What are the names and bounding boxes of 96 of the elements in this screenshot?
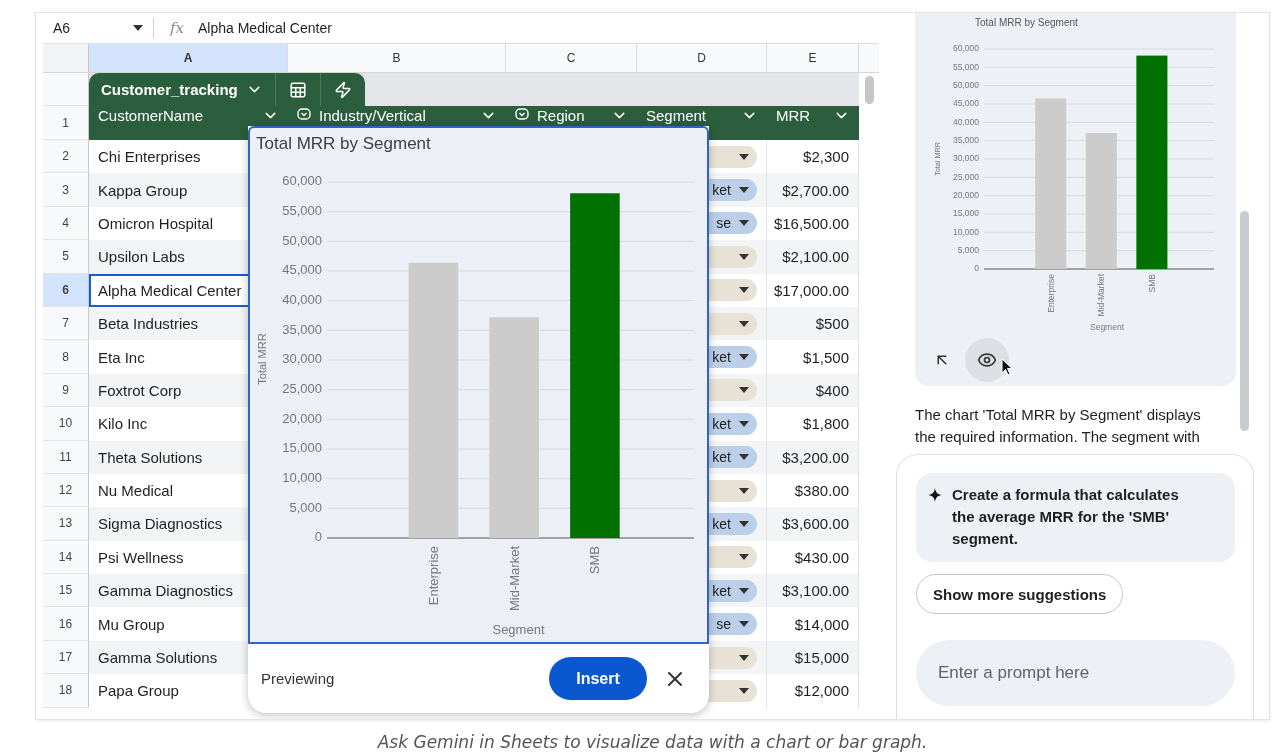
- row-number: 16: [43, 607, 89, 641]
- tick-label: 55,000: [953, 61, 979, 72]
- header-label: Industry/Vertical: [319, 107, 427, 124]
- caret-icon: [739, 187, 749, 194]
- table-cell: $3,200.00: [767, 440, 859, 474]
- tick-label: 0: [974, 263, 979, 274]
- lightning-icon: [333, 80, 352, 99]
- axis-title: Segment: [1090, 322, 1124, 332]
- caret-icon: [739, 420, 749, 427]
- axis-title: Segment: [492, 622, 545, 637]
- row-number: 14: [43, 540, 89, 575]
- insert-button[interactable]: Insert: [549, 657, 647, 700]
- category-label: SMB: [587, 546, 603, 575]
- caret-icon: [739, 287, 749, 294]
- name-box[interactable]: A6: [43, 20, 133, 36]
- tick-label: 40,000: [953, 116, 979, 127]
- row-number: 15: [43, 574, 89, 608]
- tick-label: 15,000: [953, 208, 979, 219]
- row-number: 13: [43, 507, 89, 541]
- table-icon: [288, 80, 307, 99]
- column-header[interactable]: C: [506, 44, 637, 72]
- chip-icon: [297, 107, 311, 121]
- column-header[interactable]: D: [637, 44, 767, 72]
- function-label: fx: [170, 19, 184, 37]
- row-number: 7: [43, 306, 89, 341]
- category-label: Mid-Market: [506, 546, 522, 611]
- eye-button[interactable]: [965, 338, 1009, 382]
- caret-icon: [739, 621, 749, 628]
- caret-icon: [739, 587, 749, 594]
- suggestion-chip[interactable]: Create a formula that calculates the average MRR for the 'SMB' segment.: [916, 473, 1235, 562]
- tick-label: 25,000: [953, 171, 979, 182]
- tick-label: 20,000: [953, 189, 979, 200]
- category-label: SMB: [1146, 274, 1157, 293]
- category-label: Mid-Market: [1096, 274, 1107, 317]
- caret-icon: [739, 654, 749, 661]
- caret-icon: [739, 220, 749, 227]
- row-number: 10: [43, 407, 89, 441]
- row-number: 12: [43, 473, 89, 508]
- row-number: 5: [43, 240, 89, 274]
- table-cell: $3,100.00: [767, 574, 859, 608]
- table-cell: $500: [767, 306, 859, 341]
- tick-label: 45,000: [953, 98, 979, 109]
- header-label: CustomerName: [98, 107, 205, 124]
- response-text: The chart 'Total MRR by Segment' displays the required information. The segment with: [915, 405, 1202, 447]
- caret-icon: [739, 554, 749, 561]
- tick-label: 30,000: [953, 153, 979, 164]
- row-number: 8: [43, 340, 89, 374]
- row-number: 6: [43, 273, 89, 307]
- chart-title: Total MRR by Segment: [974, 16, 1079, 28]
- row-number: 4: [43, 206, 89, 241]
- row-number: 17: [43, 640, 89, 675]
- row-number: 3: [43, 173, 89, 207]
- category-label: Enterprise: [1045, 274, 1056, 313]
- row-number: 11: [43, 440, 89, 474]
- caret-icon: [133, 25, 143, 31]
- table-cell: $2,700.00: [767, 173, 859, 207]
- tick-label: 35,000: [953, 134, 979, 145]
- caret-icon: [739, 253, 749, 260]
- row-number: 18: [43, 674, 89, 708]
- header-label: Segment: [646, 107, 708, 124]
- row-number: 9: [43, 373, 89, 408]
- column-header[interactable]: E: [767, 44, 859, 72]
- sparkle-icon: [928, 488, 942, 502]
- category-label: Enterprise: [426, 546, 441, 606]
- header-label: Region: [537, 107, 586, 124]
- scrollbar-thumb[interactable]: [1240, 211, 1249, 431]
- scrollbar-thumb[interactable]: [864, 76, 874, 104]
- column-header[interactable]: A: [89, 44, 288, 72]
- caret-icon: [739, 687, 749, 694]
- column-header[interactable]: B: [288, 44, 506, 72]
- cursor-icon: [1001, 358, 1013, 376]
- tick-label: 60,000: [953, 43, 979, 54]
- table-cell: $400: [767, 373, 859, 408]
- caption: Ask Gemini in Sheets to visualize data with a chart or bar graph.: [376, 732, 929, 752]
- caret-icon: [739, 387, 749, 394]
- table-cell: $3,600.00: [767, 507, 859, 541]
- caret-icon: [739, 521, 749, 527]
- tick-label: 50,000: [953, 79, 979, 90]
- row-number: 2: [43, 140, 89, 174]
- caret-icon: [739, 487, 749, 494]
- caret-icon: [739, 153, 749, 160]
- caret-icon: [739, 454, 749, 461]
- eye-icon: [977, 350, 997, 370]
- chip-icon: [515, 107, 529, 121]
- table-cell: $2,100.00: [767, 240, 859, 274]
- row-number: 1: [43, 106, 89, 140]
- prompt-field[interactable]: Enter a prompt here: [916, 640, 1235, 706]
- tick-label: 10,000: [953, 226, 979, 237]
- tick-label: 5,000: [289, 499, 322, 515]
- caret-icon: [739, 320, 749, 327]
- tick-label: 0: [314, 529, 322, 545]
- tick-label: 5,000: [957, 244, 979, 255]
- header-label: MRR: [776, 107, 812, 124]
- formula-field[interactable]: Alpha Medical Center: [198, 20, 332, 36]
- caret-icon: [739, 354, 749, 361]
- table-cell: $15,000: [767, 640, 859, 675]
